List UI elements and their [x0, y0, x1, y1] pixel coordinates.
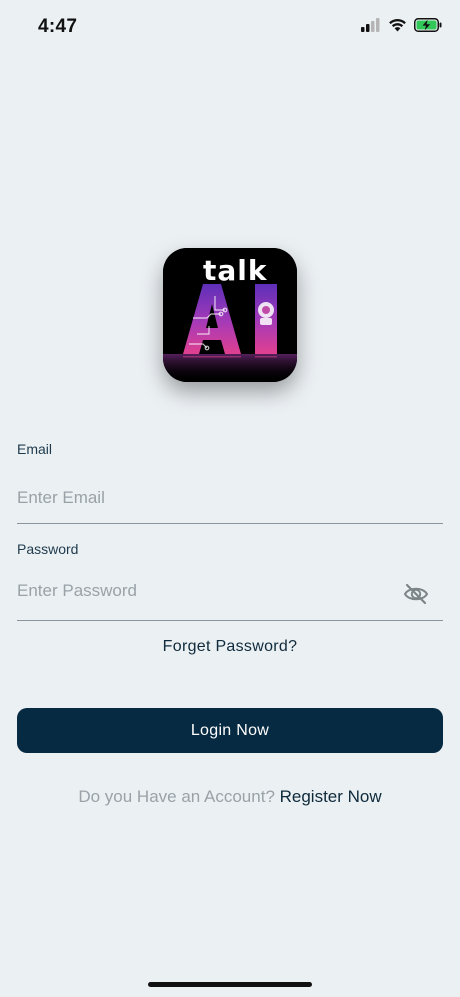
password-visibility-toggle[interactable] — [402, 580, 430, 608]
email-label: Email — [17, 441, 53, 457]
email-underline — [17, 523, 443, 524]
login-button[interactable]: Login Now — [17, 708, 443, 753]
status-bar: 4:47 — [0, 0, 460, 54]
eye-off-icon — [403, 583, 429, 605]
logo-talk-text: talk — [203, 254, 268, 287]
status-icons — [361, 18, 442, 37]
register-row: Do you Have an Account? Register Now — [0, 787, 460, 807]
wifi-icon — [388, 18, 407, 37]
register-link[interactable]: Register Now — [280, 787, 382, 806]
home-indicator[interactable] — [148, 982, 312, 987]
cellular-signal-icon — [361, 18, 381, 37]
status-time: 4:47 — [38, 16, 78, 37]
password-underline — [17, 620, 443, 621]
password-label: Password — [17, 541, 79, 557]
password-field[interactable] — [17, 571, 397, 611]
battery-charging-icon — [414, 18, 442, 37]
register-prompt-text: Do you Have an Account? — [78, 787, 280, 806]
app-logo: talk — [163, 248, 297, 382]
login-screen: 4:47 talk Email Enter Email Password For… — [0, 0, 460, 997]
email-field[interactable] — [17, 478, 443, 518]
forgot-password-link[interactable]: Forget Password? — [0, 638, 460, 656]
